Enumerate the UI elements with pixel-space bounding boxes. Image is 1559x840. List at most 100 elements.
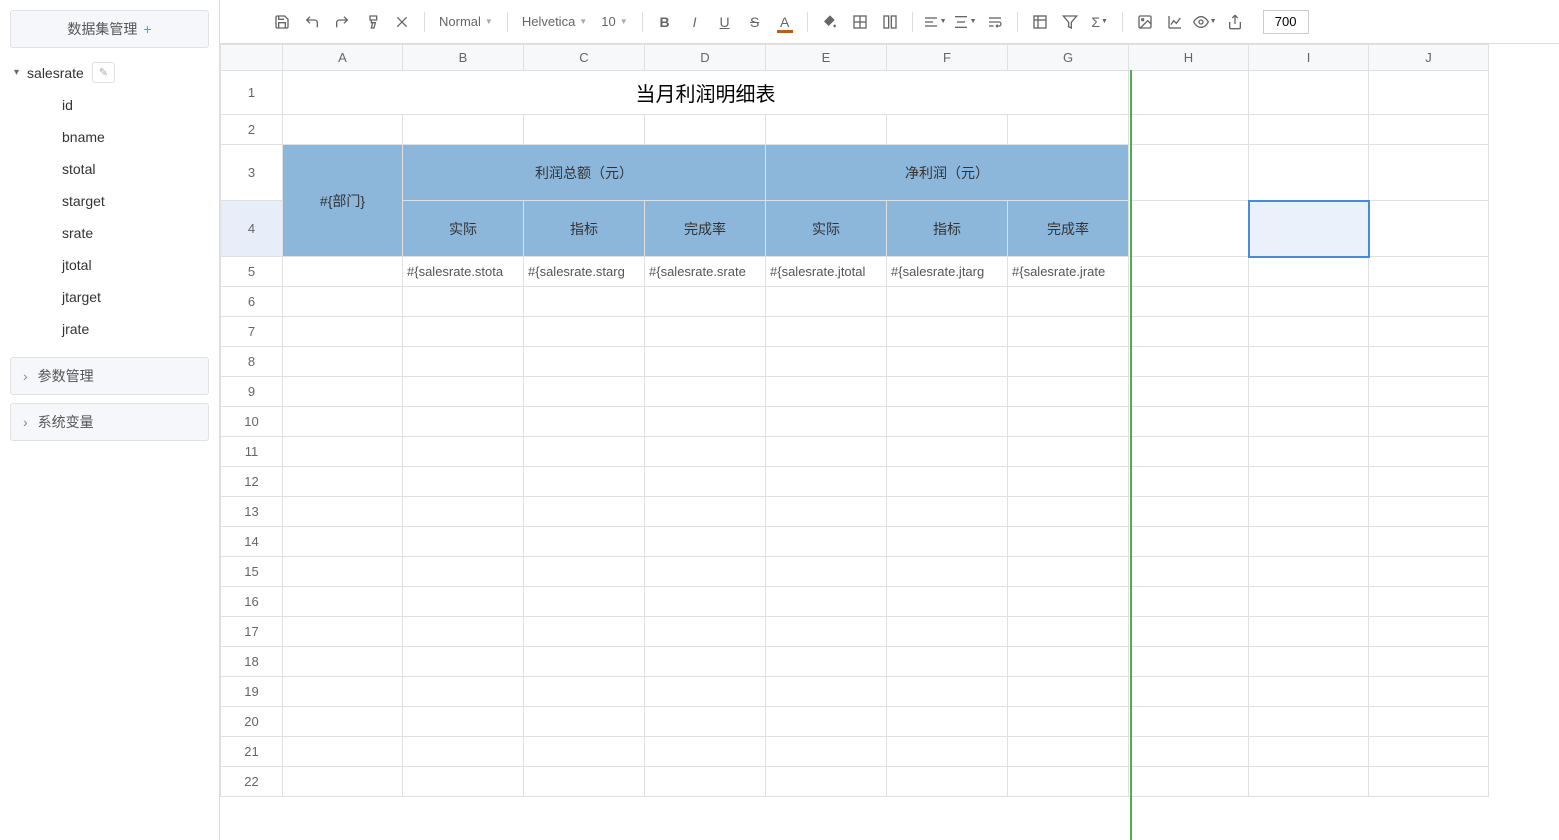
- cell[interactable]: #{salesrate.jrate: [1008, 257, 1129, 287]
- row-header[interactable]: 3: [221, 145, 283, 201]
- font-color-icon[interactable]: A: [771, 8, 799, 36]
- row-header[interactable]: 4: [221, 201, 283, 257]
- cell[interactable]: [1129, 497, 1249, 527]
- row-header[interactable]: 11: [221, 437, 283, 467]
- dept-header-cell[interactable]: #{部门}: [283, 145, 403, 257]
- cell[interactable]: [1249, 587, 1369, 617]
- cell[interactable]: [1008, 377, 1129, 407]
- add-dataset-icon[interactable]: +: [143, 21, 151, 37]
- cell[interactable]: [887, 707, 1008, 737]
- cell[interactable]: [887, 677, 1008, 707]
- cell[interactable]: [1129, 115, 1249, 145]
- col-header[interactable]: G: [1008, 45, 1129, 71]
- field-item[interactable]: jrate: [62, 313, 209, 345]
- cell[interactable]: [887, 407, 1008, 437]
- row-header[interactable]: 10: [221, 407, 283, 437]
- cell[interactable]: [403, 677, 524, 707]
- profit-total-header[interactable]: 利润总额（元）: [403, 145, 766, 201]
- cell[interactable]: [1129, 145, 1249, 201]
- col-header[interactable]: C: [524, 45, 645, 71]
- cell[interactable]: [1249, 737, 1369, 767]
- row-header[interactable]: 18: [221, 647, 283, 677]
- cell[interactable]: [1249, 467, 1369, 497]
- cell[interactable]: [524, 767, 645, 797]
- cell[interactable]: [887, 377, 1008, 407]
- cell[interactable]: [403, 467, 524, 497]
- cell[interactable]: [524, 587, 645, 617]
- sub-header-cell[interactable]: 实际: [766, 201, 887, 257]
- cell[interactable]: [1249, 71, 1369, 115]
- cell[interactable]: [1129, 707, 1249, 737]
- clear-format-icon[interactable]: [388, 8, 416, 36]
- cell[interactable]: [887, 467, 1008, 497]
- cell[interactable]: [766, 347, 887, 377]
- cell[interactable]: [524, 527, 645, 557]
- undo-icon[interactable]: [298, 8, 326, 36]
- cell[interactable]: [283, 317, 403, 347]
- cell[interactable]: [524, 557, 645, 587]
- cell[interactable]: [645, 767, 766, 797]
- cell[interactable]: [1249, 527, 1369, 557]
- cell[interactable]: [403, 737, 524, 767]
- cell[interactable]: [766, 617, 887, 647]
- col-header[interactable]: F: [887, 45, 1008, 71]
- cell[interactable]: [1369, 617, 1489, 647]
- cell[interactable]: [403, 707, 524, 737]
- cell[interactable]: [1369, 677, 1489, 707]
- cell[interactable]: [1369, 115, 1489, 145]
- spreadsheet[interactable]: A B C D E F G H I J 1 当月利润明细表 2 3: [220, 44, 1559, 840]
- cell[interactable]: [524, 437, 645, 467]
- tree-node-salesrate[interactable]: ▾ salesrate ✎: [10, 56, 209, 89]
- cell[interactable]: [1008, 677, 1129, 707]
- cell[interactable]: [1129, 677, 1249, 707]
- row-header[interactable]: 7: [221, 317, 283, 347]
- cell[interactable]: [1369, 557, 1489, 587]
- fill-color-icon[interactable]: [816, 8, 844, 36]
- cell[interactable]: #{salesrate.jtotal: [766, 257, 887, 287]
- underline-icon[interactable]: U: [711, 8, 739, 36]
- cell[interactable]: [766, 557, 887, 587]
- cell[interactable]: [1369, 257, 1489, 287]
- paint-format-icon[interactable]: [358, 8, 386, 36]
- cell[interactable]: [1008, 557, 1129, 587]
- cell[interactable]: [283, 437, 403, 467]
- chart-icon[interactable]: [1161, 8, 1189, 36]
- cell[interactable]: [283, 677, 403, 707]
- cell[interactable]: [1129, 377, 1249, 407]
- cell[interactable]: [1369, 707, 1489, 737]
- cell[interactable]: [887, 647, 1008, 677]
- sysvar-header[interactable]: › 系统变量: [10, 403, 209, 441]
- cell[interactable]: [1129, 467, 1249, 497]
- row-header[interactable]: 9: [221, 377, 283, 407]
- cell[interactable]: [766, 497, 887, 527]
- format-select[interactable]: Normal▼: [433, 14, 499, 29]
- cell[interactable]: [524, 377, 645, 407]
- cell[interactable]: [1249, 145, 1369, 201]
- cell[interactable]: [1249, 287, 1369, 317]
- cell[interactable]: [1369, 737, 1489, 767]
- cell[interactable]: [766, 407, 887, 437]
- cell[interactable]: [1129, 587, 1249, 617]
- cell[interactable]: [524, 287, 645, 317]
- field-item[interactable]: starget: [62, 185, 209, 217]
- cell[interactable]: [766, 677, 887, 707]
- cell[interactable]: [524, 707, 645, 737]
- cell[interactable]: [1129, 347, 1249, 377]
- cell[interactable]: [403, 527, 524, 557]
- sub-header-cell[interactable]: 指标: [524, 201, 645, 257]
- cell[interactable]: [524, 467, 645, 497]
- cell[interactable]: [766, 437, 887, 467]
- cell[interactable]: [403, 647, 524, 677]
- cell[interactable]: [766, 115, 887, 145]
- cell[interactable]: [887, 767, 1008, 797]
- cell[interactable]: [645, 647, 766, 677]
- cell[interactable]: [766, 287, 887, 317]
- cell[interactable]: [1129, 557, 1249, 587]
- cell[interactable]: [766, 707, 887, 737]
- cell[interactable]: [1249, 347, 1369, 377]
- cell[interactable]: [283, 497, 403, 527]
- cell[interactable]: [1369, 377, 1489, 407]
- net-profit-header[interactable]: 净利润（元）: [766, 145, 1129, 201]
- cell[interactable]: #{salesrate.stota: [403, 257, 524, 287]
- cell[interactable]: [645, 437, 766, 467]
